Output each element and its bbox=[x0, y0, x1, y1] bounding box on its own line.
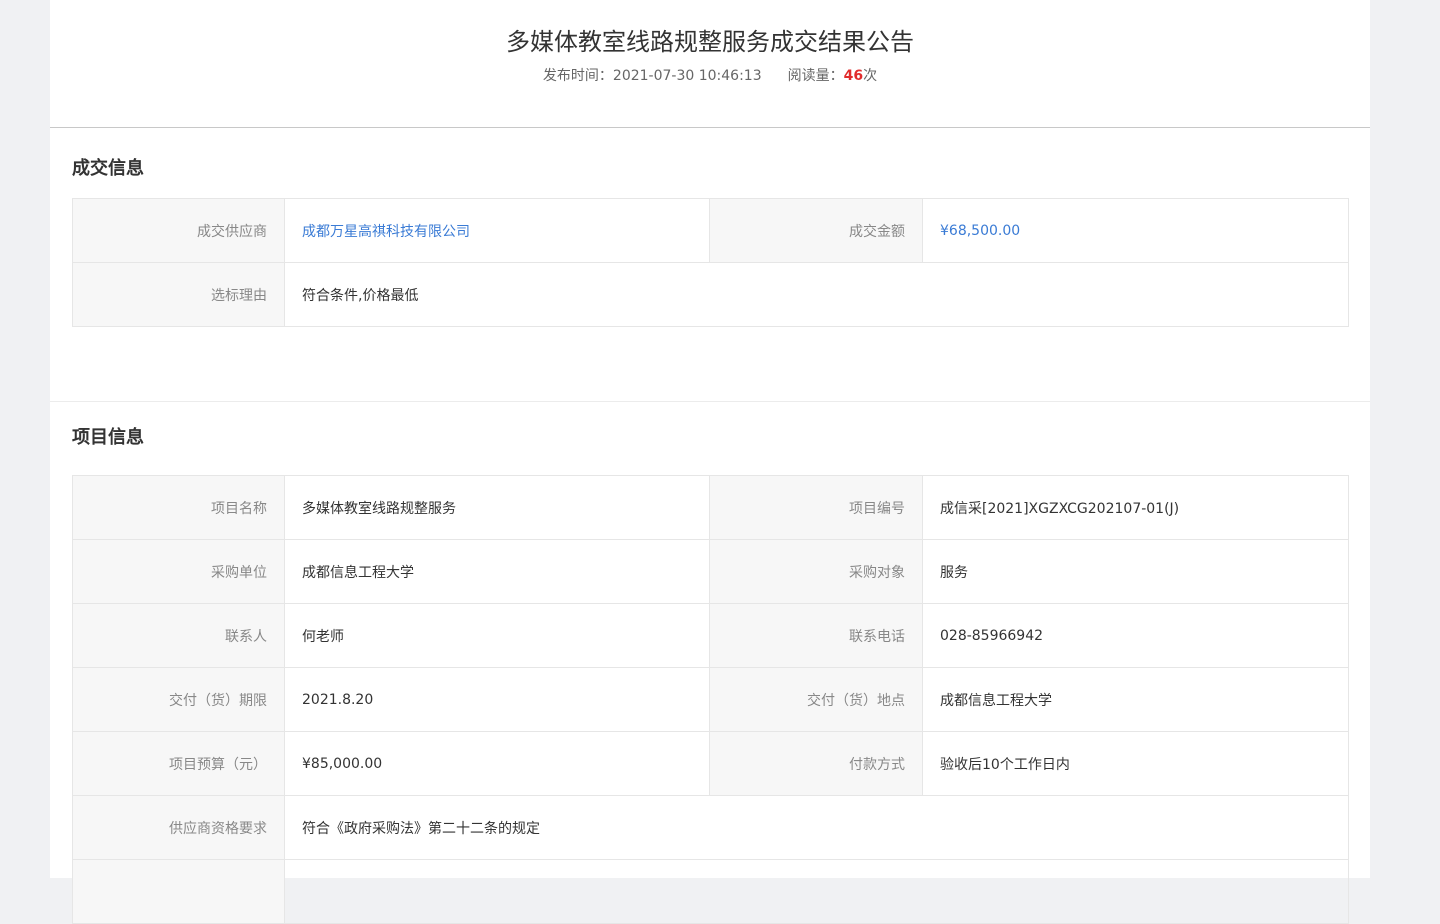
object-label: 采购对象 bbox=[709, 539, 923, 604]
table-row: 选标理由 符合条件,价格最低 bbox=[72, 262, 1349, 327]
supplier-label: 成交供应商 bbox=[72, 198, 285, 263]
table-row: 成交供应商 成都万星高祺科技有限公司 成交金额 ¥68,500.00 bbox=[72, 198, 1349, 263]
place-value: 成都信息工程大学 bbox=[922, 667, 1349, 732]
reason-label: 选标理由 bbox=[72, 262, 285, 327]
object-value: 服务 bbox=[922, 539, 1349, 604]
period-value: 2021.8.20 bbox=[284, 667, 710, 732]
table-row bbox=[72, 859, 1349, 924]
phone-value: 028-85966942 bbox=[922, 603, 1349, 668]
deal-info-title: 成交信息 bbox=[72, 158, 144, 179]
table-row: 项目名称 多媒体教室线路规整服务 项目编号 成信采[2021]XGZXCG202… bbox=[72, 475, 1349, 540]
amount-label: 成交金额 bbox=[709, 198, 923, 263]
phone-label: 联系电话 bbox=[709, 603, 923, 668]
contact-label: 联系人 bbox=[72, 603, 285, 668]
announcement-header: 多媒体教室线路规整服务成交结果公告 发布时间：2021-07-30 10:46:… bbox=[50, 0, 1370, 128]
project-name-label: 项目名称 bbox=[72, 475, 285, 540]
project-info-section: 项目信息 项目名称 多媒体教室线路规整服务 项目编号 成信采[2021]XGZX… bbox=[50, 402, 1370, 924]
supplier-link[interactable]: 成都万星高祺科技有限公司 bbox=[284, 198, 710, 263]
deal-info-section: 成交信息 成交供应商 成都万星高祺科技有限公司 成交金额 ¥68,500.00 … bbox=[50, 128, 1370, 402]
reason-value: 符合条件,价格最低 bbox=[284, 262, 1349, 327]
meta-line: 发布时间：2021-07-30 10:46:13 阅读量：46次 bbox=[50, 67, 1370, 85]
table-row: 项目预算（元） ¥85,000.00 付款方式 验收后10个工作日内 bbox=[72, 731, 1349, 796]
budget-label: 项目预算（元） bbox=[72, 731, 285, 796]
table-row: 交付（货）期限 2021.8.20 交付（货）地点 成都信息工程大学 bbox=[72, 667, 1349, 732]
buyer-value: 成都信息工程大学 bbox=[284, 539, 710, 604]
table-row: 采购单位 成都信息工程大学 采购对象 服务 bbox=[72, 539, 1349, 604]
project-name-value: 多媒体教室线路规整服务 bbox=[284, 475, 710, 540]
publish-time: 2021-07-30 10:46:13 bbox=[612, 68, 762, 84]
reads-count: 46 bbox=[843, 68, 864, 84]
qualification-value: 符合《政府采购法》第二十二条的规定 bbox=[284, 795, 1349, 860]
table-row: 供应商资格要求 符合《政府采购法》第二十二条的规定 bbox=[72, 795, 1349, 860]
contact-value: 何老师 bbox=[284, 603, 710, 668]
payment-value: 验收后10个工作日内 bbox=[922, 731, 1349, 796]
period-label: 交付（货）期限 bbox=[72, 667, 285, 732]
project-code-value: 成信采[2021]XGZXCG202107-01(J) bbox=[922, 475, 1349, 540]
publish-label: 发布时间： bbox=[542, 68, 613, 84]
payment-label: 付款方式 bbox=[709, 731, 923, 796]
announcement-page: 多媒体教室线路规整服务成交结果公告 发布时间：2021-07-30 10:46:… bbox=[50, 0, 1370, 924]
table-row-cell-empty bbox=[284, 859, 1349, 924]
table-row-cell-empty bbox=[72, 859, 285, 924]
table-row: 联系人 何老师 联系电话 028-85966942 bbox=[72, 603, 1349, 668]
amount-value: ¥68,500.00 bbox=[922, 198, 1349, 263]
reads-unit: 次 bbox=[863, 68, 878, 84]
page-title: 多媒体教室线路规整服务成交结果公告 bbox=[506, 28, 914, 56]
deal-info-table: 成交供应商 成都万星高祺科技有限公司 成交金额 ¥68,500.00 选标理由 … bbox=[72, 198, 1349, 327]
project-info-title: 项目信息 bbox=[72, 427, 144, 448]
project-info-table: 项目名称 多媒体教室线路规整服务 项目编号 成信采[2021]XGZXCG202… bbox=[72, 475, 1349, 924]
budget-value: ¥85,000.00 bbox=[284, 731, 710, 796]
qualification-label: 供应商资格要求 bbox=[72, 795, 285, 860]
buyer-label: 采购单位 bbox=[72, 539, 285, 604]
reads-label: 阅读量： bbox=[787, 68, 844, 84]
place-label: 交付（货）地点 bbox=[709, 667, 923, 732]
project-code-label: 项目编号 bbox=[709, 475, 923, 540]
